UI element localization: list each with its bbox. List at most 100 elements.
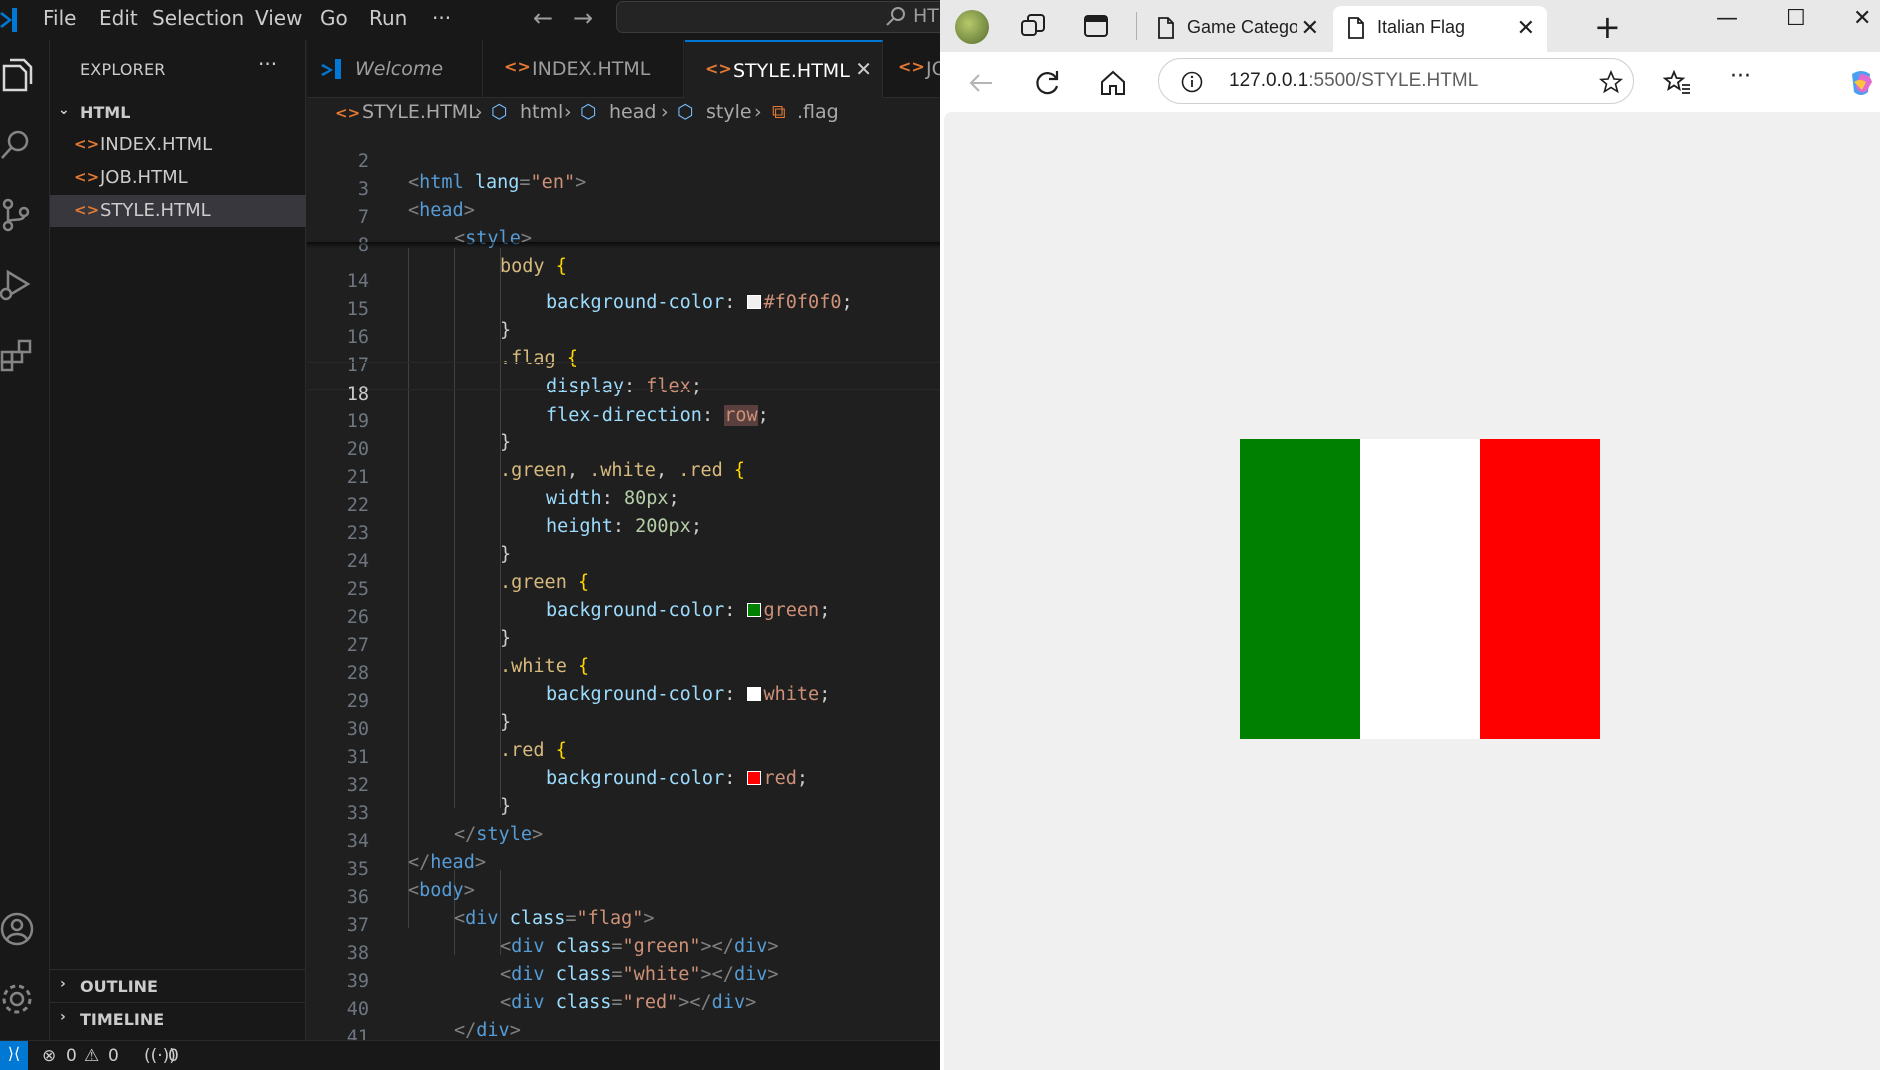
refresh-icon[interactable]	[1032, 68, 1062, 98]
menu-selection[interactable]: Selection	[152, 6, 244, 30]
settings-more-icon[interactable]: ···	[1730, 64, 1760, 94]
extensions-icon[interactable]	[0, 338, 34, 372]
copilot-icon[interactable]	[1846, 68, 1876, 98]
ports-count[interactable]: 0	[168, 1046, 179, 1066]
warning-icon[interactable]: ⚠	[84, 1046, 99, 1066]
code-line: 14 background-color: #f0f0f0;	[307, 250, 940, 313]
menu-file[interactable]: File	[43, 6, 76, 30]
url-text[interactable]: 127.0.0.1:5500/STYLE.HTML	[1229, 70, 1478, 92]
code-line: 34 </head>	[307, 810, 940, 873]
element-cube-icon: ⬡	[677, 101, 694, 123]
code-line: 38 <div class="white"></div>	[307, 922, 940, 985]
menu-more[interactable]: ···	[432, 6, 451, 30]
html-file-icon: <>	[898, 57, 925, 76]
code-editor[interactable]: 2 <html lang="en"> 3 <head> 7 <style> 8 …	[307, 128, 940, 1040]
html-file-icon: <>	[705, 59, 732, 78]
browser-tab-italian-flag[interactable]: Italian Flag ✕	[1333, 6, 1547, 52]
folder-label: HTML	[80, 103, 131, 122]
address-bar[interactable]: 127.0.0.1:5500/STYLE.HTML	[1158, 58, 1634, 104]
browser-toolbar: 127.0.0.1:5500/STYLE.HTML ···	[940, 52, 1880, 112]
code-line: 24 .green {	[307, 530, 940, 593]
breadcrumb-separator-icon: ›	[754, 101, 762, 123]
run-debug-icon[interactable]	[0, 268, 34, 302]
close-window-icon[interactable]: ✕	[1853, 6, 1871, 31]
explorer-files-icon[interactable]	[0, 58, 34, 92]
breadcrumb: <> STYLE.HTML › ⬡ html › ⬡ head › ⬡ styl…	[307, 98, 940, 128]
timeline-panel-header[interactable]: › TIMELINE	[50, 1002, 306, 1034]
tab-style-html[interactable]: <> STYLE.HTML ✕	[685, 40, 883, 98]
breadcrumb-separator-icon: ›	[564, 101, 572, 123]
site-info-icon[interactable]	[1181, 71, 1203, 93]
browser-window: Game Categories ✕ Italian Flag ✕ + — ☐ ✕	[940, 0, 1880, 1070]
code-line: 3 <head>	[307, 158, 940, 221]
breadcrumb-item-file[interactable]: STYLE.HTML	[362, 101, 479, 123]
menu-view[interactable]: View	[255, 6, 302, 30]
flag-stripe-red	[1480, 439, 1600, 739]
explorer-more-button[interactable]: ···	[258, 52, 277, 76]
html-file-icon: <>	[74, 201, 100, 219]
sticky-scroll-shadow	[307, 242, 940, 248]
command-center[interactable]: HTML	[616, 1, 940, 33]
code-line: 28 background-color: white;	[307, 642, 940, 705]
search-icon[interactable]	[0, 128, 34, 162]
code-line: 30 .red {	[307, 698, 940, 761]
code-line: 16 .flag {	[307, 306, 940, 369]
tab-divider	[1136, 12, 1137, 40]
nav-back-icon[interactable]: ←	[533, 4, 553, 32]
gear-icon[interactable]	[0, 982, 34, 1016]
browser-tab-label: Game Categories	[1187, 17, 1297, 37]
outline-panel-header[interactable]: › OUTLINE	[50, 969, 306, 1001]
folder-html[interactable]: ⌄ HTML	[50, 98, 306, 128]
code-line: 26 }	[307, 586, 940, 649]
file-item-job[interactable]: <> JOB.HTML	[50, 162, 306, 194]
close-icon[interactable]: ✕	[1301, 15, 1319, 41]
close-icon[interactable]: ✕	[855, 57, 872, 81]
breadcrumb-item-head[interactable]: head	[609, 101, 656, 123]
warning-count[interactable]: 0	[108, 1046, 119, 1066]
file-item-index[interactable]: <> INDEX.HTML	[50, 129, 306, 161]
browser-tab-game-categories[interactable]: Game Categories ✕	[1143, 6, 1331, 52]
menu-go[interactable]: Go	[320, 6, 348, 30]
breadcrumb-item-style[interactable]: style	[706, 101, 752, 123]
breadcrumb-separator-icon: ›	[475, 101, 483, 123]
error-icon[interactable]: ⊗	[42, 1046, 56, 1066]
url-host: 127.0.0.1	[1229, 70, 1309, 91]
editor-tab-bar: Welcome <> INDEX.HTML <> STYLE.HTML ✕ <>…	[307, 40, 940, 98]
maximize-icon[interactable]: ☐	[1786, 6, 1806, 31]
breadcrumb-separator-icon: ›	[661, 101, 669, 123]
menu-run[interactable]: Run	[369, 6, 407, 30]
code-line: 40 </div>	[307, 978, 940, 1040]
title-bar: File Edit Selection View Go Run ··· ← → …	[0, 0, 940, 40]
favorites-icon[interactable]	[1662, 68, 1692, 98]
html-file-icon: <>	[74, 135, 100, 153]
file-label: INDEX.HTML	[100, 134, 213, 155]
tab-actions-icon[interactable]	[1083, 13, 1109, 39]
error-count[interactable]: 0	[66, 1046, 77, 1066]
close-icon[interactable]: ✕	[1517, 15, 1535, 41]
menu-edit[interactable]: Edit	[99, 6, 138, 30]
code-line: 2 <html lang="en">	[307, 130, 940, 193]
back-arrow-icon[interactable]	[966, 68, 996, 98]
favorite-star-icon[interactable]	[1599, 70, 1623, 94]
flag-stripe-green	[1240, 439, 1360, 739]
workspaces-icon[interactable]	[1020, 13, 1046, 39]
element-cube-icon: ⬡	[580, 101, 597, 123]
tab-label: STYLE.HTML	[733, 60, 850, 82]
source-control-icon[interactable]	[0, 198, 34, 232]
home-icon[interactable]	[1098, 68, 1128, 98]
code-line: 25 background-color: green;	[307, 558, 940, 621]
code-line: 22 height: 200px;	[307, 474, 940, 537]
nav-forward-icon[interactable]: →	[573, 4, 593, 32]
file-item-style[interactable]: <> STYLE.HTML	[50, 195, 306, 227]
minimize-icon[interactable]: —	[1716, 6, 1738, 31]
code-line: 41 </body>	[307, 1006, 940, 1040]
profile-avatar[interactable]	[955, 10, 989, 44]
remote-indicator-icon[interactable]: ⟩⟨	[0, 1041, 28, 1070]
tab-index-html[interactable]: <> INDEX.HTML	[484, 40, 684, 98]
new-tab-plus-icon[interactable]: +	[1594, 8, 1621, 46]
tab-welcome[interactable]: Welcome	[307, 40, 483, 98]
breadcrumb-item-html[interactable]: html	[520, 101, 563, 123]
breadcrumb-item-flag[interactable]: .flag	[797, 101, 839, 123]
accounts-icon[interactable]	[0, 912, 34, 946]
tab-job-html[interactable]: <> JOB.HTML	[884, 40, 940, 98]
